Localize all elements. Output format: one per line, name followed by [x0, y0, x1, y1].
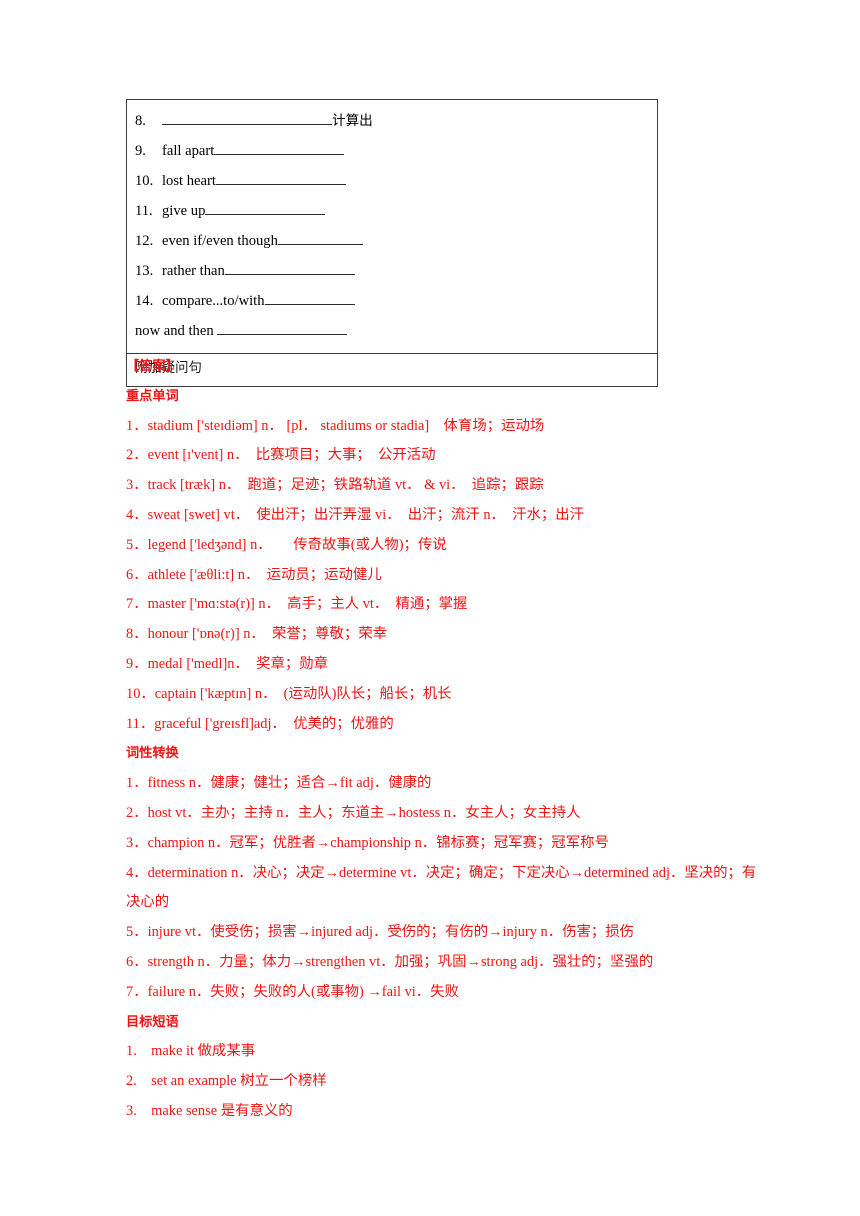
row-number: 8.: [135, 113, 146, 129]
row-number: 13.: [135, 263, 154, 279]
answer-blank[interactable]: [277, 230, 363, 245]
answer-blank[interactable]: [264, 290, 355, 305]
table-row: 14. compare...to/with: [135, 286, 649, 316]
vocab-item: 7．master ['mɑ:stə(r)] n． 高手；主人 vt． 精通；掌握: [126, 596, 468, 613]
row-term: lost heart: [162, 173, 216, 189]
section-heading-target-phrases: 目标短语: [126, 1014, 179, 1030]
word-formation-item: 2．host vt．主办；主持 n．主人；东道主→hostess n．女主人；女…: [126, 804, 581, 821]
answer-blank[interactable]: [217, 320, 348, 335]
word-formation-item: 1．fitness n．健康；健壮；适合→fit adj．健康的: [126, 775, 432, 792]
row-number: 9.: [135, 143, 146, 159]
vocab-item: 5．legend ['ledʒənd] n． 传奇故事(或人物)；传说: [126, 536, 447, 553]
table-row: 9. fall apart: [135, 136, 649, 166]
word-formation-item: 3．champion n．冠军；优胜者→championship n．锦标赛；冠…: [126, 834, 609, 851]
section-heading-key-words: 重点单词: [126, 388, 179, 404]
vocab-item: 11．graceful ['greɪsfl]adj． 优美的；优雅的: [126, 715, 394, 732]
row-term: even if/even though: [162, 233, 278, 249]
answer-key-title: 【答案】: [126, 359, 179, 374]
word-formation-item: 7．failure n．失败；失败的人(或事物) →fail vi．失败: [126, 983, 459, 1000]
vocab-item: 1．stadium ['steɪdiəm] n． [pl． stadiums o…: [126, 417, 545, 434]
row-number: 11.: [135, 203, 153, 219]
word-formation-item: 5．injure vt．使受伤；损害→injured adj．受伤的；有伤的→i…: [126, 924, 635, 941]
table-row: 12. even if/even though: [135, 226, 649, 256]
row-number: 12.: [135, 233, 154, 249]
exercise-table: 8. 计算出 9. fall apart 10. lost heart 11. …: [126, 99, 658, 387]
phrase-item: 3. make sense 是有意义的: [126, 1102, 293, 1119]
vocab-item: 2．event [ɪ'vent] n． 比赛项目；大事； 公开活动: [126, 447, 436, 464]
row-translation: 计算出: [332, 113, 373, 129]
answer-key-section: 【答案】 重点单词 1．stadium ['steɪdiəm] n． [pl． …: [126, 352, 762, 1127]
answer-blank[interactable]: [162, 110, 332, 125]
document-page: 8. 计算出 9. fall apart 10. lost heart 11. …: [0, 0, 860, 1216]
row-term: fall apart: [162, 143, 215, 159]
row-term: rather than: [162, 263, 225, 279]
table-row: 10. lost heart: [135, 166, 649, 196]
answer-blank[interactable]: [205, 200, 326, 215]
phrase-item: 1. make it 做成某事: [126, 1043, 256, 1060]
answer-blank[interactable]: [214, 140, 345, 155]
vocab-item: 6．athlete ['æθli:t] n． 运动员；运动健儿: [126, 566, 382, 583]
table-row-unnumbered: now and then: [135, 316, 649, 346]
table-row: 8. 计算出: [135, 106, 649, 136]
row-number: 10.: [135, 173, 154, 189]
vocab-item: 4．sweat [swet] vt． 使出汗；出汗弄湿 vi． 出汗；流汗 n．…: [126, 506, 585, 523]
phrase-item: 2. set an example 树立一个榜样: [126, 1073, 327, 1090]
vocab-item: 8．honour ['ɒnə(r)] n． 荣誉；尊敬；荣幸: [126, 626, 388, 643]
row-term: give up: [162, 203, 206, 219]
row-term: now and then: [135, 323, 214, 339]
answer-blank[interactable]: [224, 260, 355, 275]
row-number: 14.: [135, 293, 154, 309]
word-formation-item: 4．determination n．决心；决定→determine vt．决定；…: [126, 864, 757, 911]
word-formation-item: 6．strength n．力量；体力→strengthen vt．加强；巩固→s…: [126, 953, 654, 970]
section-heading-word-formation: 词性转换: [126, 746, 179, 762]
vocab-item: 3．track [træk] n． 跑道；足迹；铁路轨道 vt． & vi． 追…: [126, 477, 544, 494]
vocab-item: 10．captain ['kæptɪn] n． (运动队)队长；船长；机长: [126, 685, 452, 702]
table-row: 13. rather than: [135, 256, 649, 286]
answer-blank[interactable]: [215, 170, 346, 185]
row-term: compare...to/with: [162, 293, 265, 309]
exercise-table-body-cell: 8. 计算出 9. fall apart 10. lost heart 11. …: [127, 100, 657, 354]
vocab-item: 9．medal ['medl]n． 奖章；勋章: [126, 655, 329, 672]
table-row: 11. give up: [135, 196, 649, 226]
